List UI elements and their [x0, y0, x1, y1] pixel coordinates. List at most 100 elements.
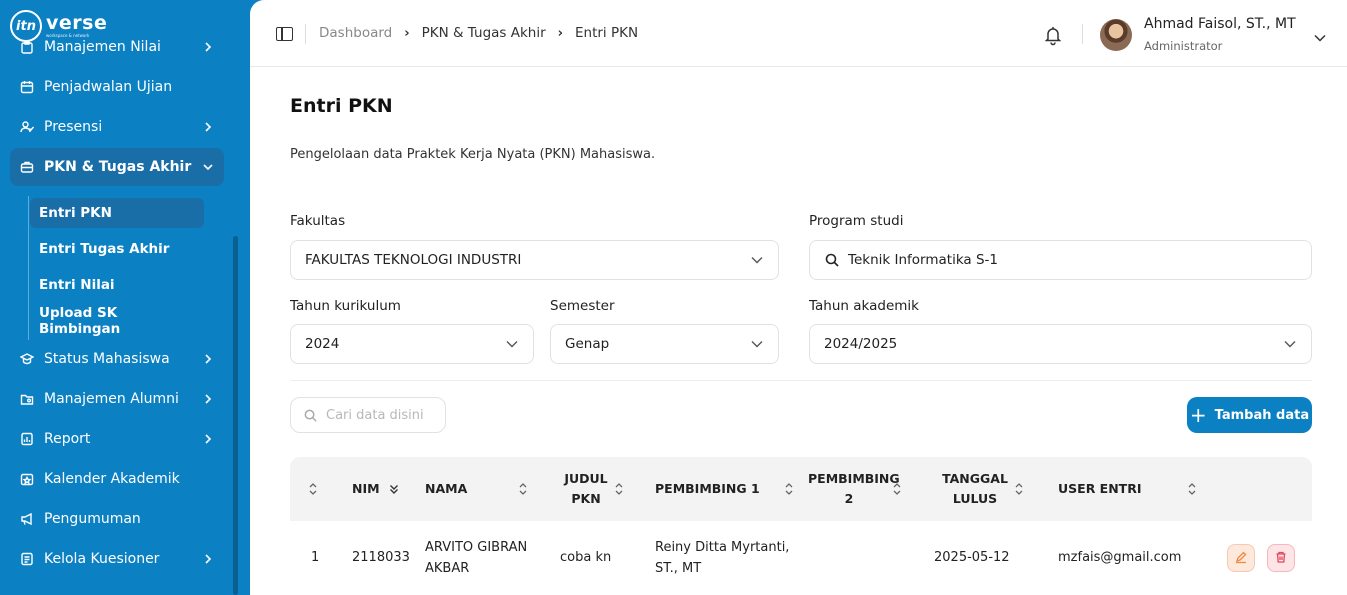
table-search[interactable] — [290, 397, 446, 433]
chevron-right-icon — [202, 121, 214, 133]
search-icon — [824, 252, 840, 268]
column-header-pembimbing-1[interactable]: PEMBIMBING 1 — [655, 457, 794, 521]
user-name[interactable]: Ahmad Faisol, ST., MT — [1144, 16, 1296, 32]
delete-button[interactable] — [1267, 544, 1295, 572]
kurikulum-label: Tahun kurikulum — [290, 298, 401, 314]
cell-user-entri: mzfais@gmail.com — [1058, 550, 1182, 565]
prodi-label: Program studi — [809, 213, 904, 229]
sidebar-item-kelola-kuesioner[interactable]: Kelola Kuesioner — [10, 540, 224, 578]
akademik-label: Tahun akademik — [809, 298, 919, 314]
column-label: JUDUL PKN — [564, 471, 608, 506]
sort-icon — [308, 482, 318, 496]
akademik-select[interactable]: 2024/2025 — [809, 324, 1312, 364]
breadcrumb-entri-pkn: Entri PKN — [575, 25, 639, 41]
graduation-cap-icon — [20, 352, 34, 366]
sidebar-subitem-upload-sk-bimbingan[interactable]: Upload SK Bimbingan — [30, 305, 204, 337]
avatar[interactable] — [1100, 19, 1132, 51]
breadcrumb-dashboard[interactable]: Dashboard — [319, 25, 392, 41]
user-check-icon — [20, 120, 34, 134]
chevron-down-icon — [750, 255, 764, 265]
column-header-no[interactable] — [308, 457, 318, 521]
column-header-nim[interactable]: NIM — [352, 457, 399, 521]
column-label: PEMBIMBING 1 — [655, 481, 760, 496]
chevron-down-icon — [1283, 339, 1297, 349]
sidebar-item-report[interactable]: Report — [10, 420, 224, 458]
kurikulum-select[interactable]: 2024 — [290, 324, 534, 364]
sidebar-subitem-entri-pkn[interactable]: Entri PKN — [30, 198, 204, 228]
add-data-label: Tambah data — [1214, 407, 1310, 423]
cell-no: 1 — [311, 550, 320, 565]
search-input[interactable] — [326, 407, 426, 423]
questionnaire-icon — [20, 552, 34, 566]
column-label: USER ENTRI — [1058, 481, 1142, 496]
calendar-icon — [20, 80, 34, 94]
cell-tanggal-lulus: 2025-05-12 — [934, 550, 1010, 565]
semester-label: Semester — [550, 298, 615, 314]
fakultas-select[interactable]: FAKULTAS TEKNOLOGI INDUSTRI — [290, 240, 779, 280]
column-label: PEMBIMBING 2 — [808, 471, 900, 506]
sidebar-item-pengumuman[interactable]: Pengumuman — [10, 500, 224, 538]
cell-pembimbing-1: Reiny Ditta Myrtanti, ST., MT — [655, 540, 790, 576]
sort-icon — [518, 482, 528, 496]
cell-nama: ARVITO GIBRAN AKBAR — [425, 540, 528, 576]
clipboard-icon — [20, 40, 34, 54]
sidebar-item-manajemen-alumni[interactable]: Manajemen Alumni — [10, 380, 224, 418]
sort-icon — [784, 482, 794, 496]
sidebar-item-penjadwalan-ujian[interactable]: Penjadwalan Ujian — [10, 68, 224, 106]
breadcrumb-pkn-tugas-akhir[interactable]: PKN & Tugas Akhir — [422, 25, 546, 41]
sidebar-scrollbar[interactable] — [233, 236, 238, 595]
breadcrumb: Dashboard › PKN & Tugas Akhir › Entri PK… — [319, 25, 638, 41]
column-label: NIM — [352, 481, 380, 496]
sidebar-item-label: Presensi — [44, 119, 103, 135]
sidebar-item-manajemen-nilai[interactable]: Manajemen Nilai — [10, 28, 224, 66]
cell-judul-pkn: coba kn — [560, 550, 612, 565]
calendar-star-icon — [20, 472, 34, 486]
divider — [1082, 24, 1083, 44]
fakultas-label: Fakultas — [290, 213, 346, 229]
chevron-right-icon — [202, 393, 214, 405]
sidebar-toggle-icon[interactable] — [276, 27, 293, 41]
page-description: Pengelolaan data Praktek Kerja Nyata (PK… — [290, 147, 656, 162]
cell-nim: 2118033 — [352, 550, 410, 565]
sidebar-item-label: Report — [44, 431, 91, 447]
column-header-nama[interactable]: NAMA — [425, 457, 528, 521]
sidebar-subitem-entri-nilai[interactable]: Entri Nilai — [30, 270, 204, 300]
plus-icon: + — [1189, 403, 1207, 427]
trash-icon — [1274, 549, 1288, 568]
divider — [290, 380, 1312, 381]
semester-select[interactable]: Genap — [550, 324, 779, 364]
sidebar-subitem-entri-tugas-akhir[interactable]: Entri Tugas Akhir — [30, 234, 204, 264]
sidebar-item-label: PKN & Tugas Akhir — [44, 159, 192, 175]
page-title: Entri PKN — [290, 95, 393, 117]
submenu-guide-line — [28, 196, 29, 340]
sidebar-item-label: Kelola Kuesioner — [44, 551, 160, 567]
chevron-right-icon — [202, 41, 214, 53]
edit-button[interactable] — [1227, 544, 1255, 572]
folder-user-icon — [20, 392, 34, 406]
topbar: Dashboard › PKN & Tugas Akhir › Entri PK… — [250, 0, 1347, 67]
kurikulum-value: 2024 — [305, 336, 340, 352]
column-header-user-entri[interactable]: USER ENTRI — [1058, 457, 1197, 521]
sidebar-item-presensi[interactable]: Presensi — [10, 108, 224, 146]
sidebar-item-status-mahasiswa[interactable]: Status Mahasiswa — [10, 340, 224, 378]
divider — [305, 24, 306, 44]
user-role: Administrator — [1144, 39, 1223, 53]
prodi-search-select[interactable]: Teknik Informatika S-1 — [809, 240, 1312, 280]
add-data-button[interactable]: + Tambah data — [1187, 397, 1312, 433]
column-header-tanggal-lulus[interactable]: TANGGAL LULUS — [942, 457, 1024, 521]
sidebar-item-label: Kalender Akademik — [44, 471, 180, 487]
chevron-right-icon — [202, 553, 214, 565]
chevron-down-icon[interactable] — [1313, 29, 1327, 42]
chevron-down-icon — [750, 339, 764, 349]
sidebar-item-pkn-tugas-akhir[interactable]: PKN & Tugas Akhir — [10, 148, 224, 186]
column-label: NAMA — [425, 481, 468, 496]
prodi-value: Teknik Informatika S-1 — [848, 252, 998, 268]
notification-bell-icon[interactable] — [1042, 24, 1064, 46]
sidebar-item-kalender-akademik[interactable]: Kalender Akademik — [10, 460, 224, 498]
sidebar-item-label: Pengumuman — [44, 511, 141, 527]
fakultas-value: FAKULTAS TEKNOLOGI INDUSTRI — [305, 252, 522, 268]
sidebar: itn verse workspace & network Manajemen … — [0, 0, 250, 595]
sort-icon — [1187, 482, 1197, 496]
column-header-judul-pkn[interactable]: JUDUL PKN — [562, 457, 624, 521]
column-header-pembimbing-2[interactable]: PEMBIMBING 2 — [808, 457, 902, 521]
